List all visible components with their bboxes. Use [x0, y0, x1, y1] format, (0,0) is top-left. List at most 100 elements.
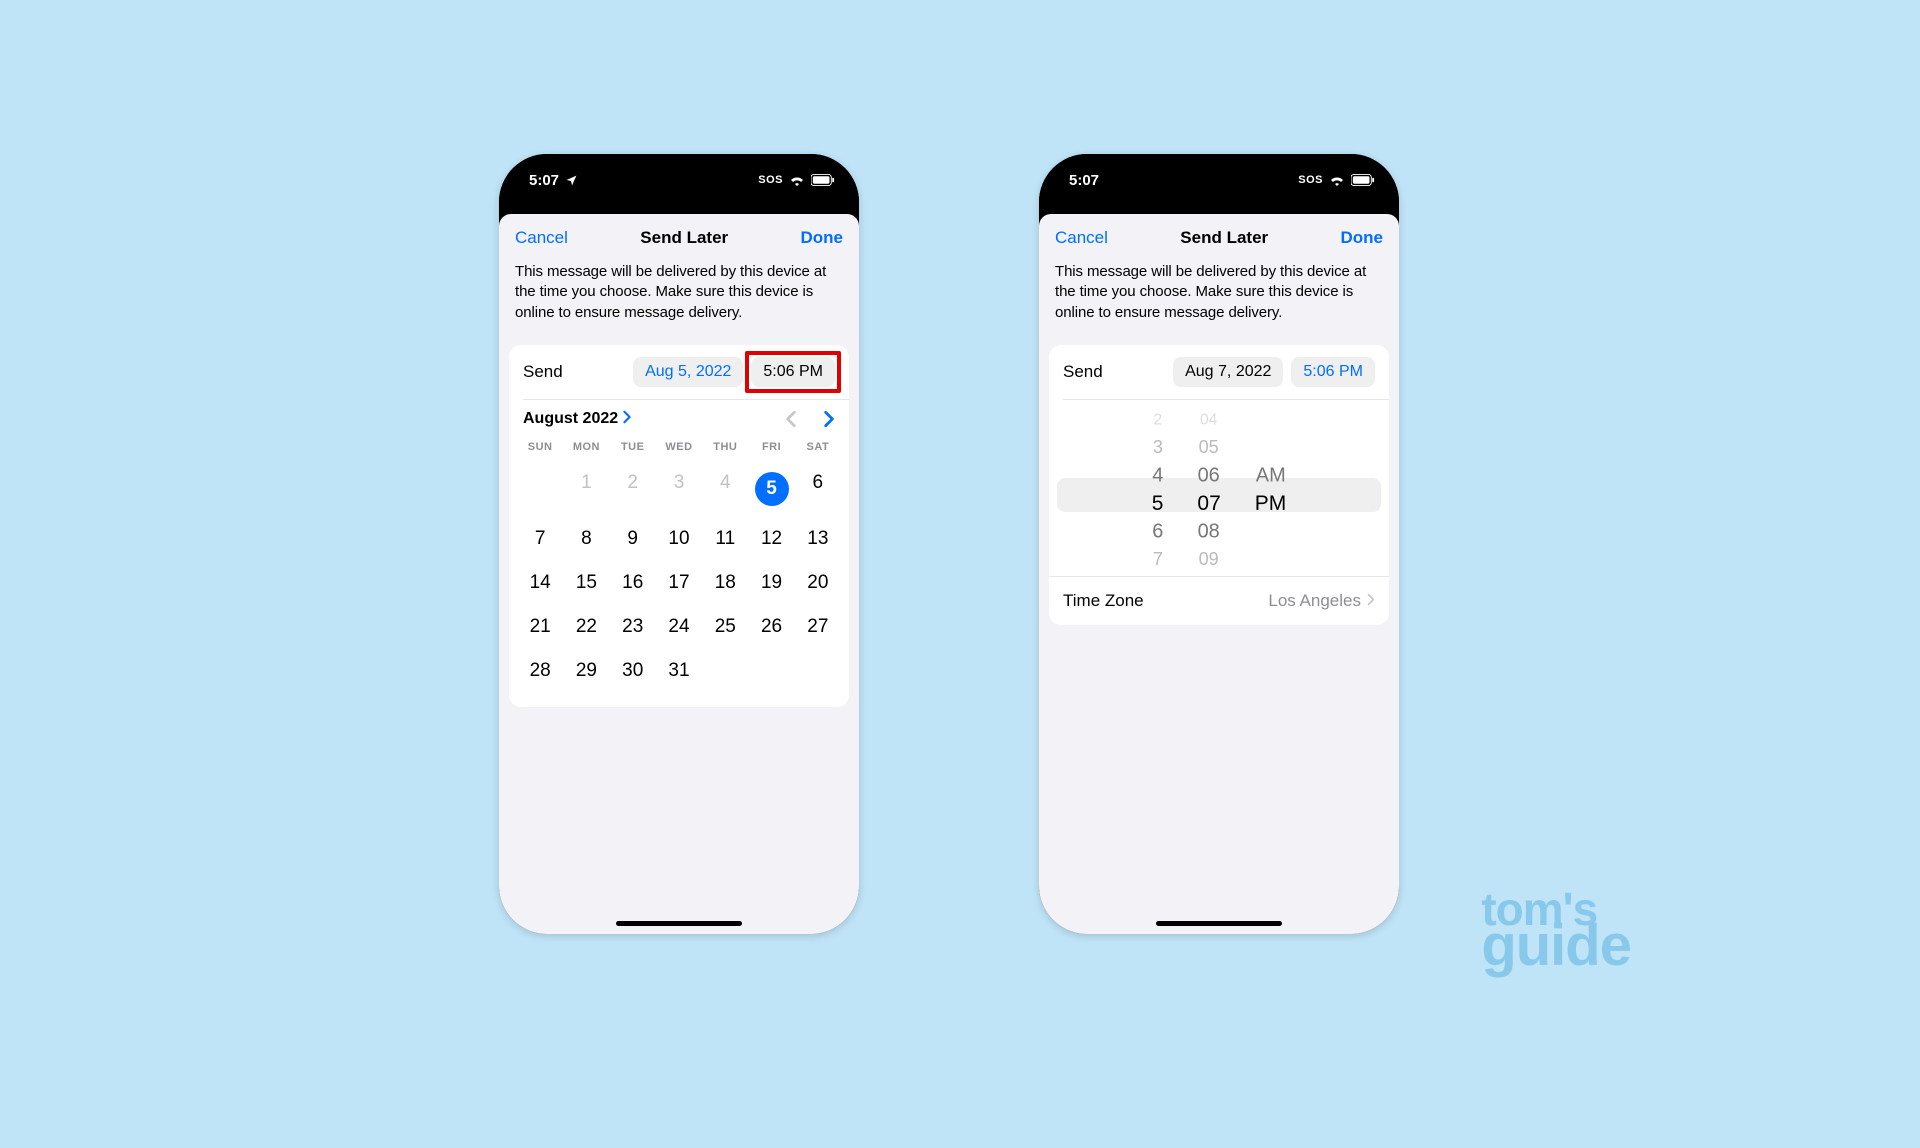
nav-bar: Cancel Send Later Done — [1039, 214, 1399, 258]
calendar-day[interactable]: 19 — [748, 561, 794, 605]
status-bar: 5:07 SOS — [1039, 154, 1399, 206]
calendar-day[interactable]: 23 — [610, 605, 656, 649]
calendar-day[interactable]: 27 — [795, 605, 841, 649]
timezone-label: Time Zone — [1063, 591, 1144, 611]
status-time: 5:07 — [1069, 172, 1099, 189]
calendar-day[interactable]: 10 — [656, 517, 702, 561]
calendar-day — [795, 649, 841, 693]
time-chip[interactable]: 5:06 PM — [1291, 357, 1375, 387]
send-row: Send Aug 7, 2022 5:06 PM — [1049, 345, 1389, 399]
picker-ampm-column[interactable]: AMPM — [1255, 406, 1287, 576]
calendar-day[interactable]: 22 — [563, 605, 609, 649]
timezone-value: Los Angeles — [1268, 591, 1361, 611]
calendar-day[interactable]: 14 — [517, 561, 563, 605]
schedule-card: Send Aug 7, 2022 5:06 PM 2345678 0405060… — [1049, 345, 1389, 625]
picker-value: 7 — [1153, 548, 1163, 572]
done-button[interactable]: Done — [1341, 228, 1384, 248]
calendar-day[interactable]: 30 — [610, 649, 656, 693]
calendar-day[interactable]: 20 — [795, 561, 841, 605]
send-later-sheet: Cancel Send Later Done This message will… — [1039, 214, 1399, 934]
calendar-dow: TUE — [610, 435, 656, 461]
picker-value: 2 — [1153, 409, 1162, 430]
calendar-day[interactable]: 28 — [517, 649, 563, 693]
watermark-logo: tom's guide — [1481, 891, 1631, 970]
month-label: August 2022 — [523, 410, 618, 428]
home-indicator[interactable] — [616, 921, 742, 926]
phone-left: 5:07 SOS Cancel Send Later Done — [499, 154, 859, 934]
calendar-day[interactable]: 16 — [610, 561, 656, 605]
send-label: Send — [1063, 362, 1103, 382]
calendar-day[interactable]: 15 — [563, 561, 609, 605]
calendar-day[interactable]: 11 — [702, 517, 748, 561]
picker-value: PM — [1255, 490, 1287, 518]
watermark-line2: guide — [1481, 922, 1631, 970]
sos-label: SOS — [758, 174, 783, 186]
calendar-day[interactable]: 7 — [517, 517, 563, 561]
calendar-day[interactable]: 21 — [517, 605, 563, 649]
location-icon — [565, 174, 578, 187]
calendar-day[interactable]: 13 — [795, 517, 841, 561]
picker-minutes-column[interactable]: 04050607080910 — [1197, 406, 1220, 576]
calendar-day[interactable]: 18 — [702, 561, 748, 605]
calendar-day[interactable]: 26 — [748, 605, 794, 649]
calendar-day — [748, 649, 794, 693]
send-label: Send — [523, 362, 563, 382]
calendar-dow: WED — [656, 435, 702, 461]
calendar-dow: THU — [702, 435, 748, 461]
calendar-day[interactable]: 1 — [563, 461, 609, 517]
done-button[interactable]: Done — [801, 228, 844, 248]
battery-icon — [811, 174, 835, 186]
calendar-day[interactable]: 2 — [610, 461, 656, 517]
picker-value: 6 — [1152, 518, 1163, 545]
timezone-row[interactable]: Time Zone Los Angeles — [1049, 577, 1389, 625]
sheet-title: Send Later — [640, 228, 728, 248]
home-indicator[interactable] — [1156, 921, 1282, 926]
picker-value: 05 — [1199, 436, 1219, 460]
calendar-day[interactable]: 31 — [656, 649, 702, 693]
calendar-day[interactable]: 5 — [748, 461, 794, 517]
next-month-button[interactable] — [823, 410, 835, 428]
calendar-day[interactable]: 8 — [563, 517, 609, 561]
calendar-day[interactable]: 6 — [795, 461, 841, 517]
phone-right: 5:07 SOS Cancel Send Later Done This mes… — [1039, 154, 1399, 934]
time-chip[interactable]: 5:06 PM — [751, 357, 835, 387]
chevron-right-icon — [622, 410, 632, 429]
cancel-button[interactable]: Cancel — [515, 228, 568, 248]
calendar-day[interactable]: 25 — [702, 605, 748, 649]
date-chip[interactable]: Aug 5, 2022 — [633, 357, 743, 387]
calendar-day[interactable]: 9 — [610, 517, 656, 561]
status-bar: 5:07 SOS — [499, 154, 859, 206]
calendar-day[interactable]: 3 — [656, 461, 702, 517]
prev-month-button[interactable] — [785, 410, 797, 428]
date-chip[interactable]: Aug 7, 2022 — [1173, 357, 1283, 387]
calendar-dow: MON — [563, 435, 609, 461]
wifi-icon — [1329, 174, 1345, 186]
sheet-title: Send Later — [1180, 228, 1268, 248]
calendar-day[interactable]: 12 — [748, 517, 794, 561]
calendar-day — [702, 649, 748, 693]
cancel-button[interactable]: Cancel — [1055, 228, 1108, 248]
calendar-day[interactable]: 17 — [656, 561, 702, 605]
status-time: 5:07 — [529, 172, 559, 189]
picker-value: 06 — [1198, 462, 1220, 489]
picker-value: 04 — [1200, 409, 1217, 430]
picker-hours-column[interactable]: 2345678 — [1152, 406, 1164, 576]
calendar-day[interactable]: 24 — [656, 605, 702, 649]
wifi-icon — [789, 174, 805, 186]
battery-icon — [1351, 174, 1375, 186]
calendar-day[interactable]: 4 — [702, 461, 748, 517]
calendar-grid: SUNMONTUEWEDTHUFRISAT 123456789101112131… — [509, 435, 849, 707]
picker-value: 3 — [1153, 436, 1163, 460]
calendar-dow: SAT — [795, 435, 841, 461]
calendar-day[interactable]: 29 — [563, 649, 609, 693]
time-picker[interactable]: 2345678 04050607080910 AMPM — [1049, 400, 1389, 576]
month-picker[interactable]: August 2022 — [523, 410, 632, 429]
picker-value: 5 — [1152, 490, 1164, 518]
schedule-card: Send Aug 5, 2022 5:06 PM August 2022 — [509, 345, 849, 707]
picker-value: 08 — [1198, 518, 1220, 545]
picker-value: AM — [1256, 462, 1286, 489]
calendar-dow: FRI — [748, 435, 794, 461]
calendar-dow: SUN — [517, 435, 563, 461]
sos-label: SOS — [1298, 174, 1323, 186]
sheet-description: This message will be delivered by this d… — [1039, 258, 1399, 337]
